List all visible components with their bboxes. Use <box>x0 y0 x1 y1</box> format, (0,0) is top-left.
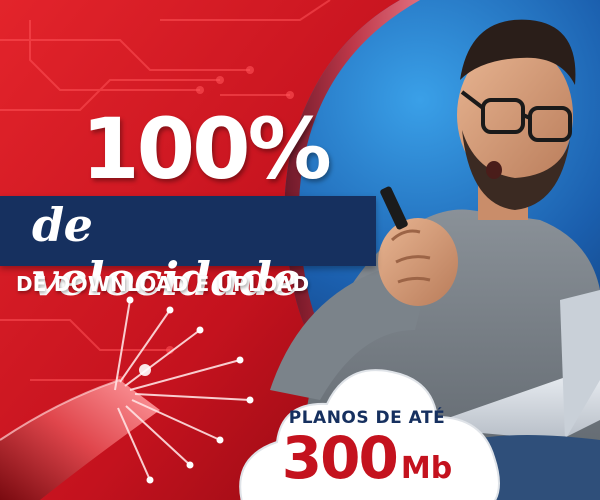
headline-caption: DE DOWNLOAD E UPLOAD <box>16 272 310 296</box>
ad-banner[interactable]: 100% de velocidade DE DOWNLOAD E UPLOAD … <box>0 0 600 500</box>
plan-speed: 300 Mb <box>232 424 502 492</box>
plan-speed-unit: Mb <box>400 451 453 486</box>
headline-percent: 100% <box>81 100 332 198</box>
plan-speed-value: 300 <box>281 424 399 492</box>
plan-cloud-badge[interactable]: PLANOS DE ATÉ 300 Mb <box>232 362 502 500</box>
